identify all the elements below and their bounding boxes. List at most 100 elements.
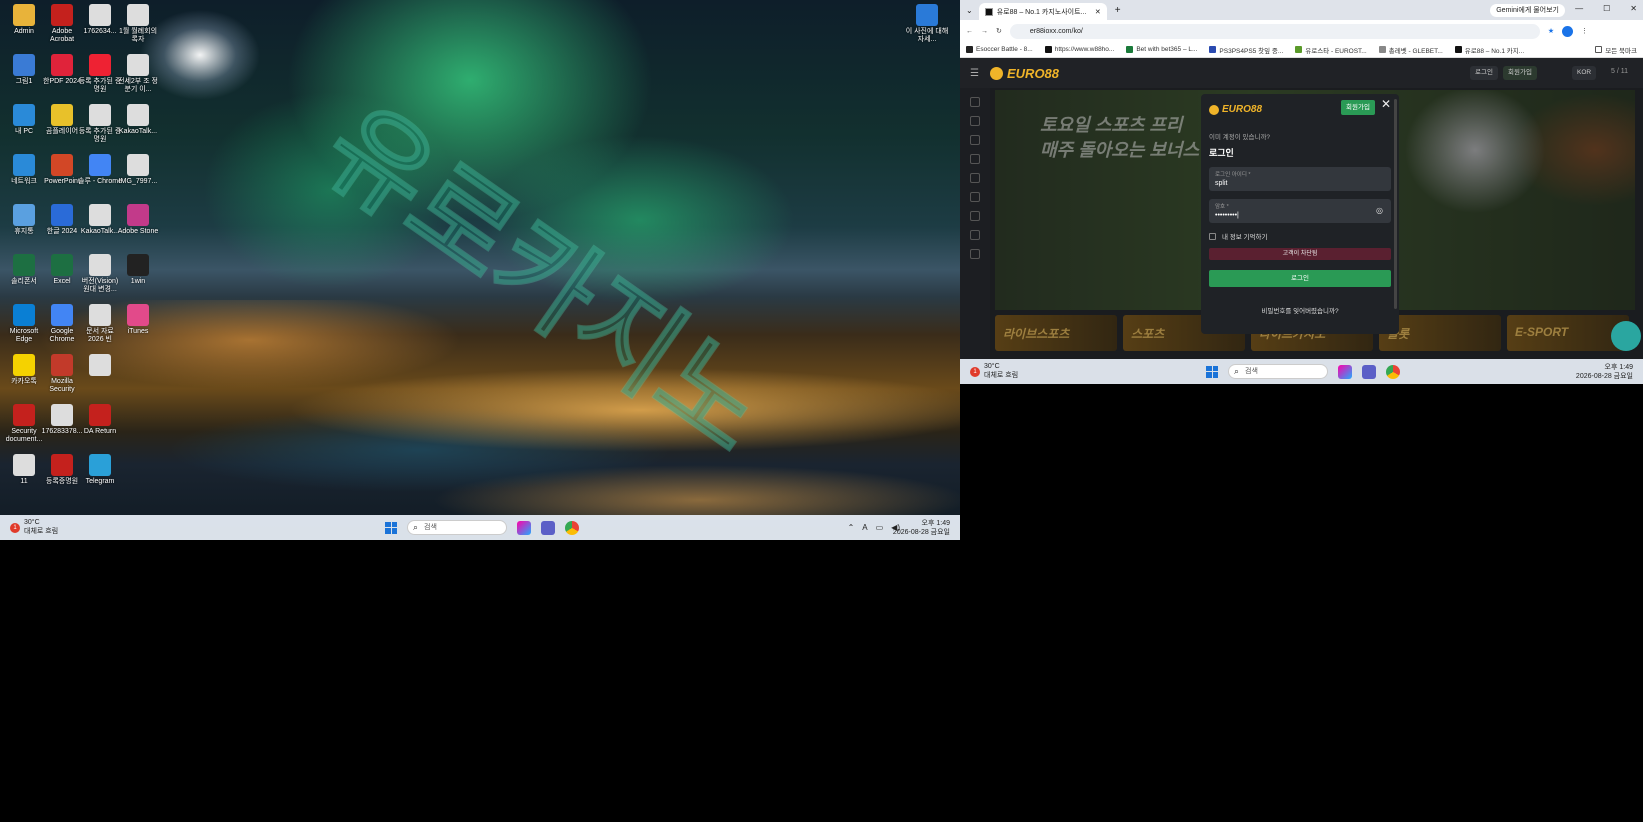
ime-icon[interactable]: A — [862, 523, 867, 532]
weather-widget[interactable]: 1 30°C 대체로 흐림 — [970, 363, 1018, 380]
star-icon[interactable]: ★ — [1548, 27, 1554, 35]
desktop-icon[interactable]: IMG_7997... — [116, 154, 160, 186]
app-icon — [89, 104, 111, 126]
remember-label: 내 정보 기억하기 — [1222, 234, 1268, 241]
eye-off-icon[interactable]: ◎ — [1376, 206, 1383, 215]
gemini-button[interactable]: Gemini에게 물어보기 — [1490, 4, 1565, 17]
minimize-icon[interactable]: — — [1575, 4, 1583, 13]
temp-text: 30°C — [24, 519, 40, 526]
clock[interactable]: 오후 1:49 2026-08-28 금요일 — [893, 519, 950, 537]
bookmark-item[interactable]: 유로88 – No.1 카지... — [1454, 45, 1524, 55]
desktop-icon[interactable]: 1win — [116, 254, 160, 286]
modal-scrollbar[interactable] — [1394, 99, 1397, 309]
address-bar[interactable]: er88ioxx.com/ko/ — [1009, 23, 1540, 39]
sidebar-icon[interactable] — [970, 230, 980, 240]
desktop-icon[interactable]: 1월 월례회의 록자 — [116, 4, 160, 44]
maximize-icon[interactable]: ☐ — [1603, 4, 1610, 13]
menu-icon[interactable]: ⋮ — [1581, 27, 1588, 35]
sidebar-icon[interactable] — [970, 211, 980, 221]
profile-avatar[interactable] — [1562, 25, 1574, 37]
remember-me[interactable]: 내 정보 기억하기 — [1209, 231, 1391, 241]
tab-close-icon[interactable]: ✕ — [1095, 8, 1101, 16]
desktop-icon-label: DA Return — [83, 428, 117, 435]
tab-active[interactable]: 유로88 – No.1 카지노사이트... ✕ — [978, 3, 1107, 20]
language-select[interactable]: KOR — [1572, 66, 1597, 80]
username-label: 로그인 아이디 * — [1215, 172, 1251, 178]
password-field[interactable]: 암호 * •••••••••| ◎ — [1209, 199, 1391, 223]
taskbar-search[interactable]: 검색 — [1228, 364, 1328, 379]
category-card[interactable]: 라이브스포츠 — [995, 315, 1117, 351]
copilot-icon[interactable] — [1338, 364, 1352, 379]
desktop-icon-label: IMG_7997... — [118, 178, 158, 185]
sidebar-icon[interactable] — [970, 116, 980, 126]
bookmark-item[interactable]: 총레벳 - GLEBET... — [1378, 45, 1443, 55]
app-icon — [51, 204, 73, 226]
desktop-icon[interactable]: iTunes — [116, 304, 160, 336]
bookmark-item[interactable]: Esoccer Battle - 8... — [966, 46, 1033, 53]
teams-icon[interactable] — [1362, 364, 1376, 379]
windows-start-icon[interactable] — [1206, 365, 1218, 378]
chrome-icon[interactable] — [1386, 364, 1400, 379]
app-icon — [13, 4, 35, 26]
sidebar-icon[interactable] — [970, 173, 980, 183]
desktop-icon[interactable]: DA Return — [78, 404, 122, 436]
desktop-icon[interactable]: Telegram — [78, 454, 122, 486]
close-window-icon[interactable]: ✕ — [1630, 4, 1637, 13]
desktop-icon[interactable]: Adobe Stone — [116, 204, 160, 236]
all-bookmarks[interactable]: 모든 북마크 — [1595, 45, 1637, 55]
weather-widget[interactable]: 1 30°C 대체로 흐림 — [10, 519, 58, 536]
sidebar-icon[interactable] — [970, 97, 980, 107]
remember-checkbox[interactable] — [1209, 232, 1216, 240]
bookmark-item[interactable]: Bet with bet365 – L... — [1126, 46, 1197, 53]
bookmark-item[interactable]: PS3PS4PS5 찻잎 중... — [1209, 45, 1283, 55]
windows-start-icon[interactable] — [385, 521, 397, 534]
signup-button[interactable]: 회원가입 — [1341, 100, 1375, 115]
taskbar-search[interactable]: 검색 — [407, 520, 507, 535]
reload-icon[interactable]: ↻ — [996, 27, 1002, 35]
app-icon — [13, 54, 35, 76]
account-question: 이미 계정이 있습니까? — [1209, 134, 1271, 141]
desktop-icon[interactable]: KakaoTalk... — [116, 104, 160, 136]
hamburger-icon[interactable]: ☰ — [970, 68, 979, 79]
app-icon — [89, 354, 111, 376]
desktop-icon[interactable] — [78, 354, 122, 378]
desktop-icon[interactable]: 이 사진에 대해 자세... — [905, 4, 949, 44]
desktop-icon-label: Telegram — [85, 478, 115, 485]
login-button[interactable]: 로그인 — [1209, 270, 1391, 287]
chat-icon[interactable] — [1611, 321, 1641, 351]
chrome-icon[interactable] — [565, 520, 579, 535]
header-signup-button[interactable]: 회원가입 — [1503, 66, 1537, 80]
teams-icon[interactable] — [541, 520, 555, 535]
clock[interactable]: 오후 1:49 2026-08-28 금요일 — [1576, 363, 1633, 381]
sidebar-icon[interactable] — [970, 135, 980, 145]
blocked-alert: 고객이 차단됨 — [1209, 248, 1391, 260]
photo-icon — [916, 4, 938, 26]
site-sidebar — [960, 88, 990, 359]
forgot-password-link[interactable]: 비밀번호를 잊어버렸습니까? — [1209, 305, 1391, 315]
copilot-icon[interactable] — [517, 520, 531, 535]
forward-icon[interactable]: → — [981, 28, 988, 35]
taskbar-apps: 검색 — [385, 520, 579, 535]
desktop-icon-label: iTunes — [127, 328, 149, 335]
site-logo[interactable]: EURO88 — [990, 66, 1059, 81]
sidebar-icon[interactable] — [970, 192, 980, 202]
bookmark-item[interactable]: 유로스타 - EUROST... — [1295, 45, 1367, 55]
website: ☰ EURO88 로그인 회원가입 KOR 토요일 스포츠 프리 매주 돌아오는… — [960, 58, 1643, 359]
taskbar-right: 1 30°C 대체로 흐림 검색 오후 1:492026-08-28 금요일 — [960, 359, 1643, 384]
tab-bar: ⌄ 유로88 – No.1 카지노사이트... ✕ + Gemini에게 물어보… — [960, 0, 1643, 20]
header-login-button[interactable]: 로그인 — [1470, 66, 1498, 80]
desktop-icon-label: Mozilla Security — [49, 378, 75, 393]
sidebar-icon[interactable] — [970, 154, 980, 164]
bookmark-item[interactable]: https://www.w88ho... — [1044, 46, 1114, 53]
display-icon[interactable]: ▭ — [876, 523, 884, 532]
sidebar-icon[interactable] — [970, 249, 980, 259]
weather-text: 대체로 흐림 — [984, 372, 1019, 379]
new-tab-button[interactable]: + — [1115, 5, 1121, 16]
username-field[interactable]: 로그인 아이디 * split — [1209, 167, 1391, 191]
back-icon[interactable]: ← — [966, 28, 973, 35]
chevron-up-icon[interactable]: ⌃ — [848, 523, 855, 532]
tab-list-icon[interactable]: ⌄ — [966, 6, 973, 15]
close-icon[interactable]: ✕ — [1381, 97, 1391, 111]
desktop-icon[interactable]: 전세2부 조 정분기 이... — [116, 54, 160, 94]
bookmarks-bar: Esoccer Battle - 8... https://www.w88ho.… — [960, 42, 1643, 58]
